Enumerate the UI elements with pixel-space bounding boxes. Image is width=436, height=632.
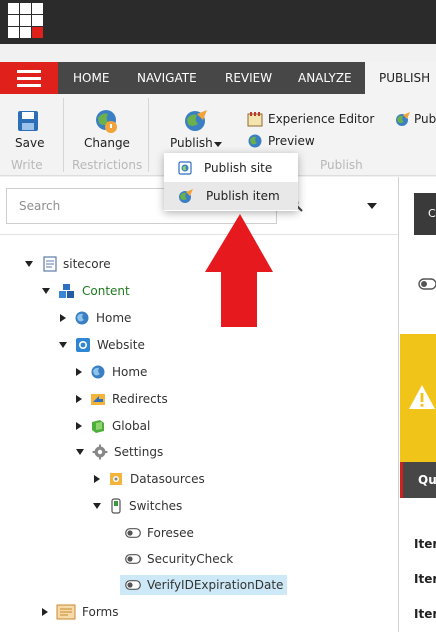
tab-analyze[interactable]: ANALYZE: [298, 62, 352, 94]
tree-item-foresee[interactable]: Foresee: [125, 523, 194, 543]
chevron-down-icon[interactable]: [59, 342, 67, 348]
change-icon[interactable]: [93, 108, 119, 134]
ribbon-divider: [63, 98, 64, 172]
change-button[interactable]: Change: [84, 136, 130, 150]
publish-cut-button[interactable]: Pub: [414, 112, 436, 126]
toggle-switch-icon: [418, 278, 436, 290]
home-globe-icon: [75, 311, 89, 325]
toggle-switch-icon: [125, 580, 141, 590]
publish-item-icon: [179, 189, 193, 203]
redirects-icon: [91, 394, 105, 405]
content-cubes-icon: [59, 284, 74, 298]
hamburger-menu-icon[interactable]: [0, 62, 58, 94]
home-globe-icon: [91, 365, 105, 379]
chevron-down-icon[interactable]: [214, 142, 222, 147]
publish-icon[interactable]: [395, 111, 411, 127]
divider: [0, 234, 398, 235]
publish-button[interactable]: Publish: [170, 136, 213, 150]
save-icon[interactable]: [17, 110, 39, 132]
preview-button[interactable]: Preview: [268, 134, 315, 148]
quick-info-header[interactable]: Qui: [400, 462, 436, 498]
chevron-down-icon[interactable]: [367, 203, 377, 209]
publish-site-icon: [178, 161, 192, 175]
group-label-publish: Publish: [320, 158, 363, 172]
tree-item-website[interactable]: Website: [59, 335, 145, 355]
tab-home[interactable]: HOME: [73, 62, 109, 94]
chevron-right-icon[interactable]: [76, 422, 82, 430]
tab-publish[interactable]: PUBLISH: [365, 62, 436, 94]
field-label: Iter: [414, 607, 436, 621]
tree-item-global[interactable]: Global: [76, 416, 150, 436]
tree-item-securitycheck[interactable]: SecurityCheck: [125, 549, 233, 569]
toggle-switch-icon: [125, 528, 141, 538]
editor-tab[interactable]: C: [414, 193, 436, 235]
tree-item-sitecore[interactable]: sitecore: [25, 254, 111, 274]
warning-icon: [409, 385, 435, 409]
group-label-restrictions: Restrictions: [72, 158, 143, 172]
ribbon-divider: [148, 98, 149, 172]
forms-icon: [56, 604, 76, 620]
chevron-right-icon[interactable]: [76, 368, 82, 376]
experience-editor-button[interactable]: Experience Editor: [268, 112, 374, 126]
chevron-right-icon[interactable]: [94, 475, 100, 483]
tree-item-switches[interactable]: Switches: [93, 496, 182, 516]
field-label: Iter: [414, 537, 436, 551]
tab-review[interactable]: REVIEW: [225, 62, 272, 94]
chevron-down-icon[interactable]: [25, 261, 33, 267]
tree-item-redirects[interactable]: Redirects: [76, 389, 168, 409]
chevron-right-icon[interactable]: [60, 314, 66, 322]
group-label-write: Write: [11, 158, 43, 172]
tree-item-settings[interactable]: Settings: [76, 442, 163, 462]
document-icon: [43, 256, 57, 272]
website-icon: [76, 338, 90, 352]
experience-editor-icon[interactable]: [247, 111, 263, 127]
tree-item-verifyidexpirationdate[interactable]: VerifyIDExpirationDate: [120, 575, 288, 595]
chevron-right-icon[interactable]: [42, 608, 48, 616]
switches-icon: [111, 498, 121, 514]
publish-icon[interactable]: [183, 108, 209, 134]
tree-item-datasources[interactable]: Datasources: [94, 469, 205, 489]
chevron-right-icon[interactable]: [76, 395, 82, 403]
top-bar: [0, 0, 436, 44]
gear-icon: [92, 444, 108, 460]
tree-item-forms[interactable]: Forms: [42, 602, 118, 622]
chevron-down-icon[interactable]: [93, 503, 101, 509]
menu-item-publish-item[interactable]: Publish item: [164, 182, 298, 210]
preview-icon[interactable]: [247, 133, 263, 149]
datasources-icon: [110, 473, 122, 485]
tab-navigate[interactable]: NAVIGATE: [137, 62, 197, 94]
chevron-down-icon[interactable]: [76, 449, 84, 455]
field-label: Iter: [414, 572, 436, 586]
save-button[interactable]: Save: [15, 136, 44, 150]
publish-dropdown-menu: Publish site Publish item: [164, 153, 298, 211]
global-icon: [92, 420, 104, 433]
toggle-switch-icon: [125, 554, 141, 564]
tree-item-home[interactable]: Home: [60, 308, 131, 328]
sitecore-launchpad-grid-icon[interactable]: [8, 3, 44, 39]
tree-item-content[interactable]: Content: [42, 281, 130, 301]
chevron-down-icon[interactable]: [42, 288, 50, 294]
tree-item-home[interactable]: Home: [76, 362, 147, 382]
menu-item-publish-site[interactable]: Publish site: [164, 154, 298, 182]
